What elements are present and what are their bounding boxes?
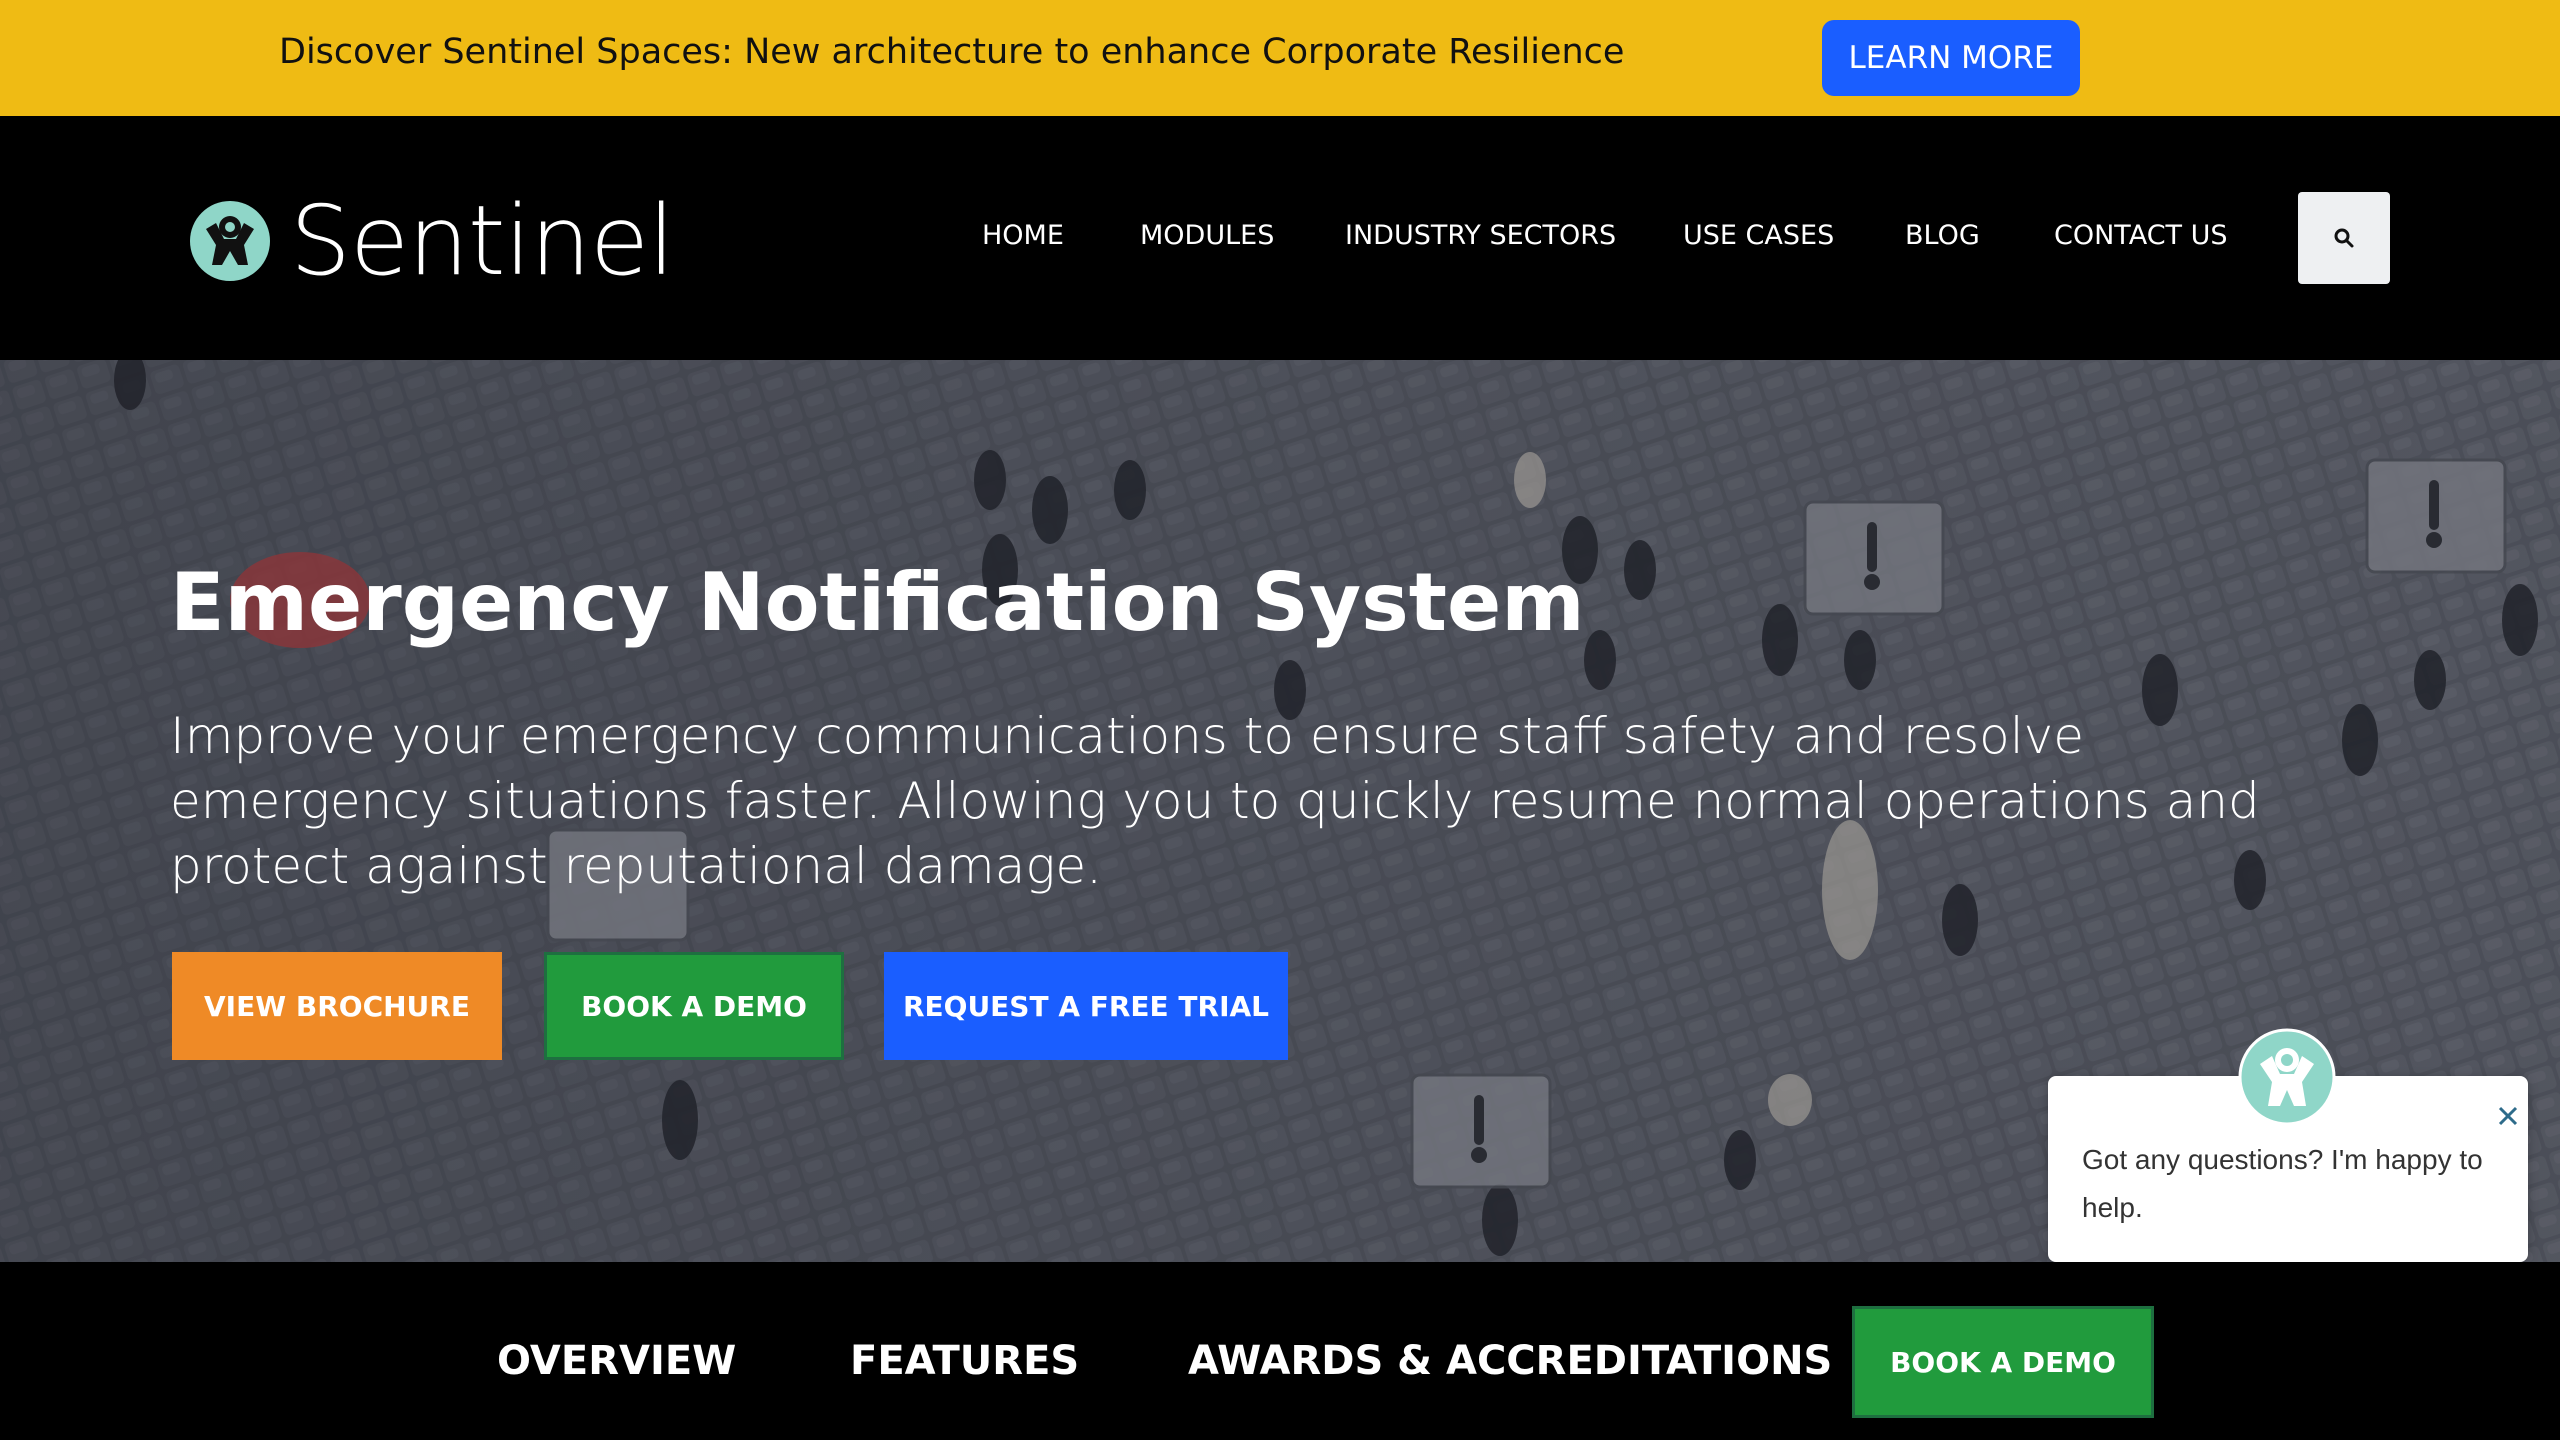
subnav-book-demo-button[interactable]: BOOK A DEMO [1852, 1306, 2154, 1418]
tab-overview[interactable]: OVERVIEW [497, 1338, 736, 1384]
nav-modules[interactable]: MODULES [1140, 220, 1274, 251]
tab-awards-accreditations[interactable]: AWARDS & ACCREDITATIONS [1188, 1338, 1832, 1384]
chat-avatar-icon [2238, 1028, 2336, 1126]
nav-home[interactable]: HOME [982, 220, 1064, 251]
announcement-text: Discover Sentinel Spaces: New architectu… [279, 32, 1625, 72]
tab-features[interactable]: FEATURES [850, 1338, 1079, 1384]
nav-industry-sectors[interactable]: INDUSTRY SECTORS [1345, 220, 1616, 251]
view-brochure-button[interactable]: VIEW BROCHURE [172, 952, 502, 1060]
nav-contact-us[interactable]: CONTACT US [2054, 220, 2228, 251]
section-nav: OVERVIEW FEATURES AWARDS & ACCREDITATION… [0, 1262, 2560, 1440]
logo[interactable]: Sentinel [188, 185, 675, 297]
search-button[interactable] [2298, 192, 2390, 284]
nav-use-cases[interactable]: USE CASES [1683, 220, 1834, 251]
chat-message: Got any questions? I'm happy to help. [2082, 1144, 2483, 1223]
hero-title: Emergency Notification System [170, 556, 1585, 649]
close-icon[interactable] [2488, 1096, 2528, 1136]
book-demo-button[interactable]: BOOK A DEMO [544, 952, 844, 1060]
logo-text: Sentinel [290, 185, 675, 297]
request-free-trial-button[interactable]: REQUEST A FREE TRIAL [884, 952, 1288, 1060]
site-header: Sentinel HOME MODULES INDUSTRY SECTORS U… [0, 116, 2560, 360]
learn-more-button[interactable]: LEARN MORE [1822, 20, 2080, 96]
announcement-bar: Discover Sentinel Spaces: New architectu… [0, 0, 2560, 116]
hero-subtitle: Improve your emergency communications to… [170, 707, 2260, 895]
nav-blog[interactable]: BLOG [1905, 220, 1980, 251]
sentinel-logo-icon [190, 201, 270, 281]
search-icon [2334, 228, 2354, 248]
